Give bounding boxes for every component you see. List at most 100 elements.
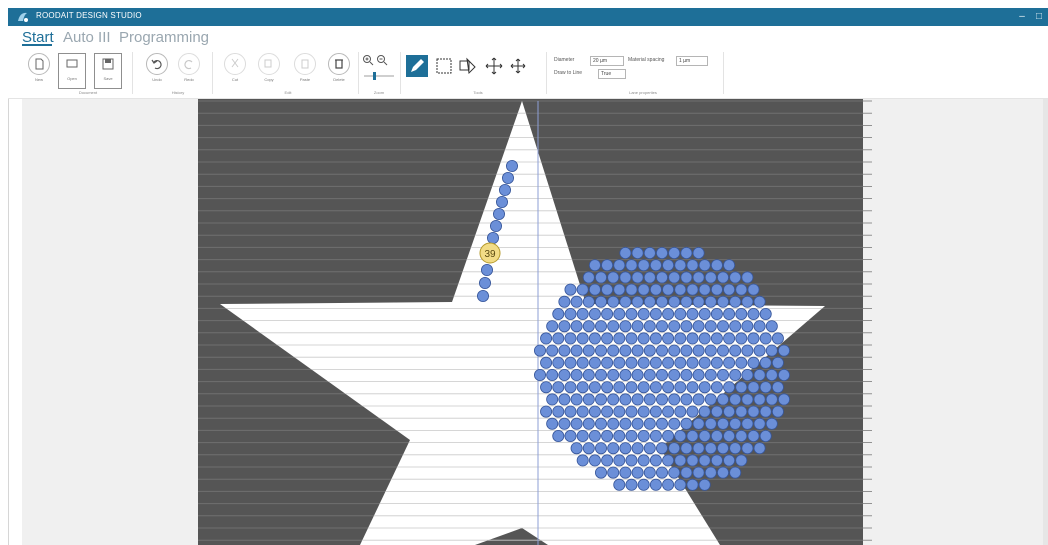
drop-dot[interactable]: [674, 405, 687, 418]
drop-dot[interactable]: [625, 332, 638, 345]
drop-dot[interactable]: [613, 405, 626, 418]
drop-dot[interactable]: [662, 259, 675, 272]
drop-dot[interactable]: [540, 332, 553, 345]
drop-dot[interactable]: [662, 478, 675, 491]
save-button[interactable]: Save: [94, 53, 122, 89]
drop-dot[interactable]: [576, 381, 589, 394]
tab-programming[interactable]: Programming: [119, 29, 209, 46]
drop-dot[interactable]: [668, 320, 681, 333]
drop-dot[interactable]: [729, 393, 742, 406]
drop-dot[interactable]: [613, 356, 626, 369]
drop-dot[interactable]: [625, 259, 638, 272]
vertical-scrollbar[interactable]: [1043, 99, 1048, 545]
drop-dot[interactable]: [489, 219, 502, 232]
drop-dot[interactable]: [588, 454, 601, 467]
drop-dot[interactable]: [637, 381, 650, 394]
cut-button[interactable]: Cut: [222, 53, 248, 87]
undo-button[interactable]: Undo: [144, 53, 170, 87]
drop-dot[interactable]: [625, 429, 638, 442]
drop-dot[interactable]: [735, 283, 748, 296]
drop-dot[interactable]: [558, 417, 571, 430]
delete-button[interactable]: Delete: [326, 53, 352, 87]
drop-dot[interactable]: [680, 368, 693, 381]
drop-dot[interactable]: [735, 454, 748, 467]
drop-dot[interactable]: [619, 393, 632, 406]
drop-dot[interactable]: [704, 417, 717, 430]
drop-dot[interactable]: [692, 271, 705, 284]
drop-dot[interactable]: [692, 466, 705, 479]
drop-dot[interactable]: [637, 283, 650, 296]
drop-dot[interactable]: [741, 320, 754, 333]
drop-dot[interactable]: [674, 283, 687, 296]
drop-dot[interactable]: [680, 466, 693, 479]
drop-dot[interactable]: [729, 295, 742, 308]
drop-dot[interactable]: [656, 271, 669, 284]
drop-dot[interactable]: [492, 207, 505, 220]
drop-dot[interactable]: [717, 344, 730, 357]
drop-dot[interactable]: [613, 381, 626, 394]
drop-dot[interactable]: [680, 344, 693, 357]
drop-dot[interactable]: [570, 295, 583, 308]
drop-dot[interactable]: [698, 429, 711, 442]
drop-dot[interactable]: [637, 454, 650, 467]
drop-dot[interactable]: [680, 442, 693, 455]
drop-dot[interactable]: [570, 417, 583, 430]
drop-dot[interactable]: [741, 295, 754, 308]
new-button[interactable]: New: [26, 53, 52, 87]
redo-button[interactable]: Redo: [176, 53, 202, 87]
drop-dot[interactable]: [534, 368, 547, 381]
drop-dot[interactable]: [478, 276, 491, 289]
drop-dot[interactable]: [747, 429, 760, 442]
material-spacing-field[interactable]: 1 µm: [676, 56, 708, 66]
drop-dot[interactable]: [674, 307, 687, 320]
drop-dot[interactable]: [723, 356, 736, 369]
drop-dot[interactable]: [588, 381, 601, 394]
drop-dot[interactable]: [741, 271, 754, 284]
drop-dot[interactable]: [686, 454, 699, 467]
drop-dot[interactable]: [631, 344, 644, 357]
drop-dot[interactable]: [570, 320, 583, 333]
drop-dot[interactable]: [564, 405, 577, 418]
drop-dot[interactable]: [729, 466, 742, 479]
drop-dot[interactable]: [747, 332, 760, 345]
drop-dot[interactable]: [668, 466, 681, 479]
rectangle-select-icon[interactable]: [434, 56, 454, 76]
drop-dot[interactable]: [540, 381, 553, 394]
drop-dot[interactable]: [680, 246, 693, 259]
drop-dot[interactable]: [552, 405, 565, 418]
drop-dot[interactable]: [710, 429, 723, 442]
drop-dot[interactable]: [613, 478, 626, 491]
drop-dot[interactable]: [643, 320, 656, 333]
drop-dot[interactable]: [595, 466, 608, 479]
drop-dot[interactable]: [619, 417, 632, 430]
drop-dot[interactable]: [717, 271, 730, 284]
drop-dot[interactable]: [692, 393, 705, 406]
drop-dot[interactable]: [570, 344, 583, 357]
drop-dot[interactable]: [576, 405, 589, 418]
drop-dot[interactable]: [643, 417, 656, 430]
drop-dot[interactable]: [717, 320, 730, 333]
drop-dot[interactable]: [656, 320, 669, 333]
drop-dot[interactable]: [558, 295, 571, 308]
drop-dot[interactable]: [698, 454, 711, 467]
drop-dot[interactable]: [674, 356, 687, 369]
drop-dot[interactable]: [710, 332, 723, 345]
drop-dot[interactable]: [595, 368, 608, 381]
drop-dot[interactable]: [595, 271, 608, 284]
copy-button[interactable]: Copy: [256, 53, 282, 87]
drop-dot[interactable]: [710, 307, 723, 320]
drop-dot[interactable]: [595, 320, 608, 333]
drop-dot[interactable]: [686, 405, 699, 418]
drop-dot[interactable]: [698, 259, 711, 272]
drop-dot[interactable]: [735, 332, 748, 345]
drop-dot[interactable]: [704, 271, 717, 284]
drop-dot[interactable]: [601, 454, 614, 467]
drop-dot[interactable]: [637, 405, 650, 418]
drop-dot[interactable]: [771, 405, 784, 418]
drop-dot[interactable]: [704, 368, 717, 381]
drop-dot[interactable]: [692, 320, 705, 333]
drop-dot[interactable]: [588, 429, 601, 442]
drop-dot[interactable]: [668, 368, 681, 381]
drop-dot[interactable]: [662, 332, 675, 345]
drop-dot[interactable]: [607, 320, 620, 333]
